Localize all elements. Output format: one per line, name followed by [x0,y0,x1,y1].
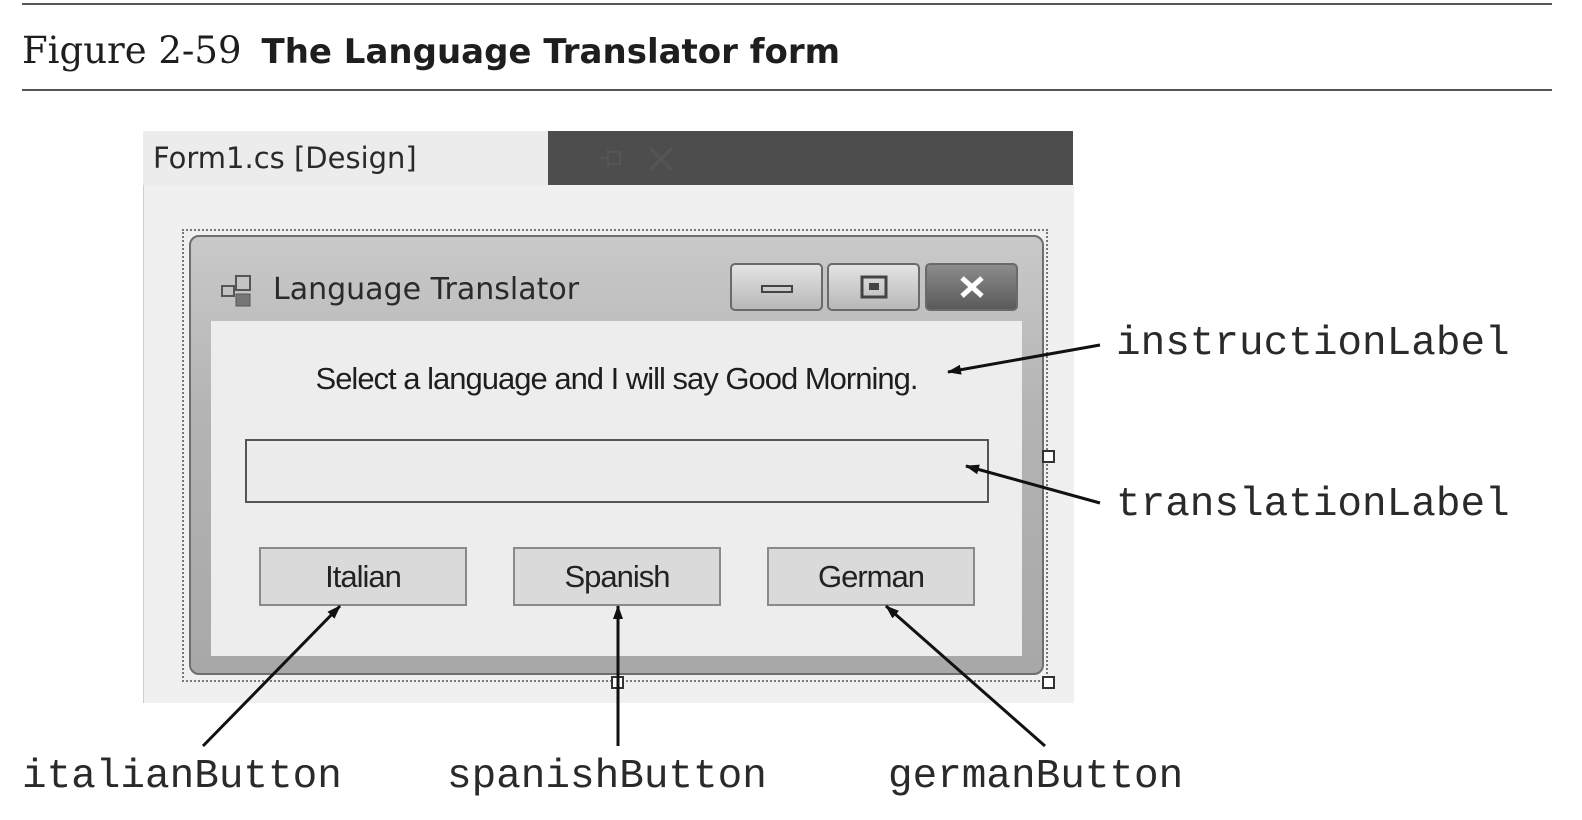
callout-italian-button: italianButton [22,754,342,800]
callout-german-button: germanButton [888,754,1184,800]
instruction-arrow [947,343,1101,375]
translation-arrow [965,464,1101,505]
italian-arrow [201,604,342,748]
german-arrow [885,604,1046,748]
callout-instruction-label: instructionLabel [1116,321,1510,367]
callout-arrows [201,343,1101,748]
callout-translation-label: translationLabel [1116,482,1510,528]
callout-spanish-button: spanishButton [447,754,767,800]
